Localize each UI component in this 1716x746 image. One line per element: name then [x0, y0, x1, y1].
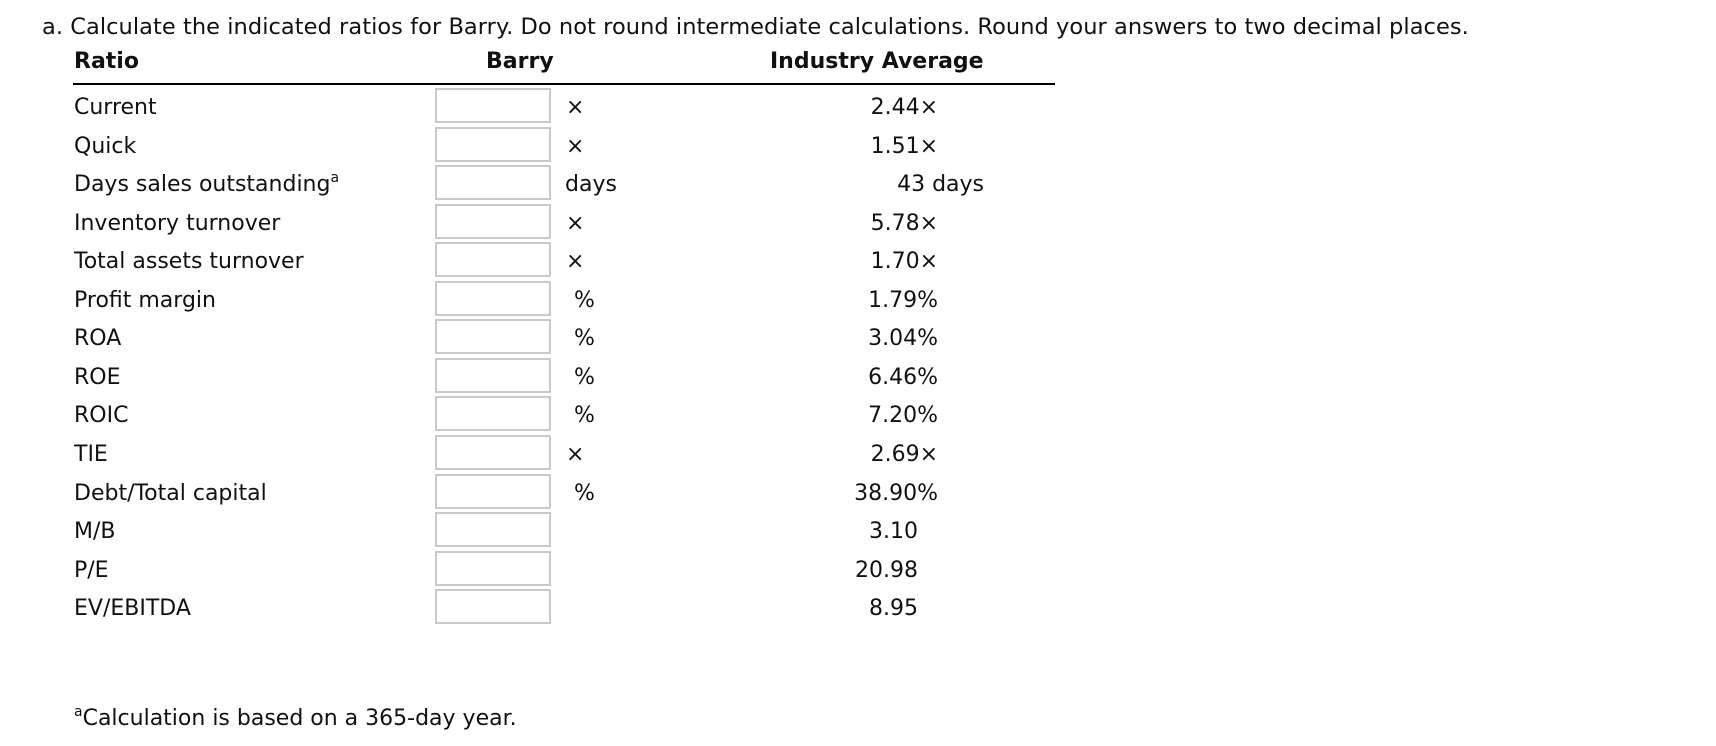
- barry-answer-input[interactable]: [435, 242, 551, 278]
- table-row: Current × 2.44×: [0, 87, 1100, 129]
- header-divider: [73, 83, 1055, 85]
- ratio-label-text: Current: [74, 95, 157, 120]
- ratio-label: Inventory turnover: [74, 209, 280, 239]
- barry-answer-input[interactable]: [435, 319, 551, 355]
- ratio-label: Debt/Total capital: [74, 479, 267, 509]
- barry-answer-input[interactable]: [435, 165, 551, 201]
- ratio-label-text: Inventory turnover: [74, 210, 281, 236]
- ratio-label-text: TIE: [74, 441, 108, 467]
- barry-answer-input[interactable]: [435, 550, 551, 586]
- unit-label: ×: [566, 441, 585, 467]
- table-row: ROIC% 7.20%: [0, 395, 1100, 437]
- unit-label: ×: [566, 95, 585, 120]
- ratio-label-text: Quick: [74, 133, 137, 159]
- ratio-label: P/E: [74, 556, 109, 586]
- unit-label: %: [574, 364, 595, 390]
- ratio-label-text: Days sales outstanding: [74, 172, 331, 198]
- ratio-label: Profit margin: [74, 286, 216, 316]
- barry-answer-input[interactable]: [435, 203, 551, 239]
- barry-answer-input[interactable]: [435, 434, 551, 470]
- barry-answer-input[interactable]: [435, 473, 551, 509]
- table-row: M/B 3.10: [0, 511, 1100, 553]
- barry-answer-input[interactable]: [435, 280, 551, 316]
- industry-average-value: 8.95: [869, 596, 918, 622]
- barry-answer-input[interactable]: [435, 88, 551, 123]
- unit-label: ×: [566, 133, 585, 159]
- ratio-label-text: EV/EBITDA: [74, 596, 191, 622]
- industry-average-value: 1.70×: [870, 249, 938, 275]
- footnote-mark: a: [74, 704, 83, 720]
- table-row: Quick × 1.51×: [0, 126, 1100, 168]
- ratio-label: ROA: [74, 324, 121, 354]
- industry-average-value: 2.44×: [870, 95, 938, 120]
- table-row: Debt/Total capital% 38.90%: [0, 473, 1100, 515]
- unit-label: %: [574, 403, 595, 429]
- table-row: Profit margin% 1.79%: [0, 280, 1100, 322]
- ratio-label-text: ROA: [74, 326, 122, 352]
- industry-average-value: 38.90%: [854, 480, 938, 506]
- industry-average-value: 20.98: [855, 557, 918, 583]
- table-row: ROA% 3.04%: [0, 318, 1100, 360]
- ratio-label-text: M/B: [74, 519, 116, 545]
- ratio-label-text: Profit margin: [74, 287, 216, 313]
- table-row: Total assets turnover × 1.70×: [0, 241, 1100, 283]
- ratio-label: Quick: [74, 132, 136, 162]
- unit-label: %: [574, 326, 595, 352]
- unit-label: %: [574, 480, 595, 506]
- ratio-label-text: P/E: [74, 557, 109, 583]
- ratio-label: Days sales outstandinga: [74, 170, 339, 200]
- ratio-label: Current: [74, 93, 157, 123]
- barry-answer-input[interactable]: [435, 357, 551, 393]
- industry-average-value: 6.46%: [868, 364, 938, 390]
- unit-label: ×: [566, 249, 585, 275]
- table-row: TIE × 2.69×: [0, 434, 1100, 476]
- ratio-label-text: ROIC: [74, 403, 129, 429]
- column-header-industry-average: Industry Average: [770, 49, 984, 74]
- table-row: ROE% 6.46%: [0, 357, 1100, 399]
- ratio-label: M/B: [74, 517, 116, 547]
- industry-average-value: 1.51×: [870, 133, 938, 159]
- table-row: Inventory turnover × 5.78×: [0, 203, 1100, 245]
- ratio-label-text: ROE: [74, 364, 121, 390]
- industry-average-value: 2.69×: [870, 441, 938, 467]
- ratio-label: EV/EBITDA: [74, 594, 191, 624]
- barry-answer-input[interactable]: [435, 589, 551, 625]
- industry-average-value: 43 days: [897, 172, 984, 198]
- ratio-label: ROE: [74, 363, 121, 393]
- table-row: P/E 20.98: [0, 550, 1100, 592]
- ratio-label: Total assets turnover: [74, 247, 304, 277]
- barry-answer-input[interactable]: [435, 396, 551, 432]
- footnote: aCalculation is based on a 365-day year.: [74, 704, 517, 734]
- table-row: EV/EBITDA 8.95: [0, 588, 1100, 630]
- barry-answer-input[interactable]: [435, 126, 551, 162]
- ratio-label: TIE: [74, 440, 108, 470]
- unit-label: %: [574, 287, 595, 313]
- unit-label: days: [565, 172, 617, 198]
- industry-average-value: 3.04%: [868, 326, 938, 352]
- ratio-label-text: Debt/Total capital: [74, 480, 267, 506]
- industry-average-value: 3.10: [869, 519, 918, 545]
- footnote-mark: a: [330, 170, 340, 187]
- table-row: Days sales outstandinga days 43 days: [0, 164, 1100, 206]
- industry-average-value: 5.78×: [870, 210, 938, 236]
- footnote-text: Calculation is based on a 365-day year.: [82, 706, 517, 731]
- column-header-barry: Barry: [486, 49, 554, 74]
- industry-average-value: 7.20%: [868, 403, 938, 429]
- ratio-label-text: Total assets turnover: [74, 249, 304, 275]
- column-header-ratio: Ratio: [74, 49, 139, 74]
- ratio-label: ROIC: [74, 401, 128, 431]
- unit-label: ×: [566, 210, 585, 236]
- barry-answer-input[interactable]: [435, 512, 551, 548]
- industry-average-value: 1.79%: [868, 287, 938, 313]
- question-instruction: a. Calculate the indicated ratios for Ba…: [42, 14, 1469, 40]
